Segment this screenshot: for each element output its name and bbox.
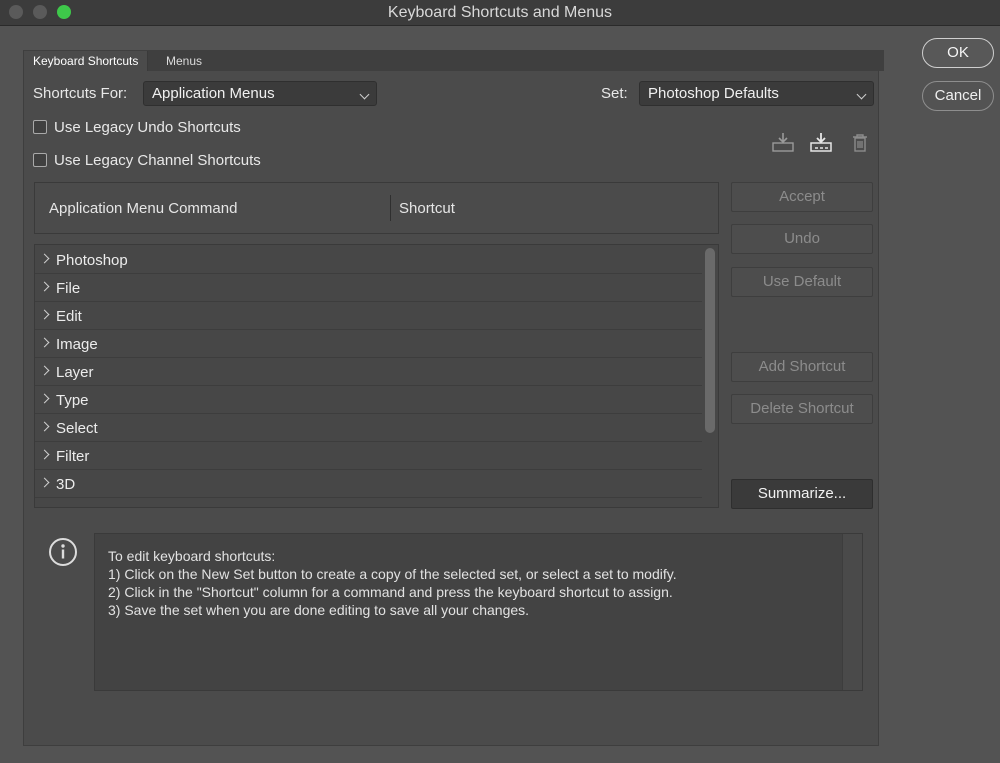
tab-strip (24, 50, 884, 71)
legacy-channel-label: Use Legacy Channel Shortcuts (54, 152, 261, 169)
table-row[interactable]: Image (35, 330, 702, 358)
chevron-right-icon[interactable] (39, 477, 50, 488)
save-set-icon[interactable] (771, 131, 795, 155)
summarize-button[interactable]: Summarize... (731, 479, 873, 509)
chevron-right-icon[interactable] (39, 365, 50, 376)
title-bar: Keyboard Shortcuts and Menus (0, 0, 1000, 26)
row-label: Filter (56, 448, 90, 465)
row-label: Layer (56, 364, 94, 381)
accept-button[interactable]: Accept (731, 182, 873, 212)
column-divider (390, 195, 391, 221)
table-row[interactable]: Layer (35, 358, 702, 386)
table-header: Application Menu Command Shortcut (34, 182, 719, 234)
table-row[interactable]: 3D (35, 470, 702, 498)
info-line: 1) Click on the New Set button to create… (108, 566, 677, 582)
window-title: Keyboard Shortcuts and Menus (387, 4, 613, 21)
row-label: Edit (56, 308, 82, 325)
set-value: Photoshop Defaults (648, 85, 779, 102)
info-line: To edit keyboard shortcuts: (108, 548, 276, 564)
chevron-right-icon[interactable] (39, 309, 50, 320)
row-label: Image (56, 336, 98, 353)
chevron-right-icon[interactable] (39, 421, 50, 432)
delete-shortcut-button[interactable]: Delete Shortcut (731, 394, 873, 424)
chevron-right-icon[interactable] (39, 393, 50, 404)
column-header-command[interactable]: Application Menu Command (49, 200, 237, 217)
chevron-right-icon[interactable] (39, 449, 50, 460)
info-scrollbar[interactable] (842, 534, 862, 690)
row-label: 3D (56, 476, 76, 493)
cancel-button[interactable]: Cancel (922, 81, 994, 111)
row-label: Type (56, 392, 89, 409)
table-row[interactable]: Type (35, 386, 702, 414)
chevron-down-icon (359, 89, 370, 100)
set-select[interactable]: Photoshop Defaults (639, 81, 874, 106)
info-line: 2) Click in the "Shortcut" column for a … (108, 584, 673, 600)
chevron-right-icon[interactable] (39, 281, 50, 292)
table-row[interactable]: Photoshop (35, 246, 702, 274)
add-shortcut-button[interactable]: Add Shortcut (731, 352, 873, 382)
chevron-right-icon[interactable] (39, 337, 50, 348)
legacy-undo-label: Use Legacy Undo Shortcuts (54, 119, 241, 136)
row-label: Select (56, 420, 98, 437)
row-label: Photoshop (56, 252, 128, 269)
undo-button[interactable]: Undo (731, 224, 873, 254)
table-row[interactable]: File (35, 274, 702, 302)
table-row[interactable]: Edit (35, 302, 702, 330)
ok-button[interactable]: OK (922, 38, 994, 68)
shortcuts-for-label: Shortcuts For: (33, 85, 128, 102)
chevron-right-icon[interactable] (39, 253, 50, 264)
use-default-button[interactable]: Use Default (731, 267, 873, 297)
command-list[interactable]: Photoshop File Edit Image Layer Type Sel… (34, 244, 719, 508)
info-icon (48, 537, 78, 567)
list-scrollbar[interactable] (705, 248, 715, 433)
info-line: 3) Save the set when you are done editin… (108, 602, 530, 618)
row-label: File (56, 280, 81, 297)
table-row[interactable]: Filter (35, 442, 702, 470)
info-text-box: To edit keyboard shortcuts: 1) Click on … (94, 533, 863, 691)
delete-set-icon[interactable] (848, 131, 872, 155)
tab-menus[interactable]: Menus (157, 51, 212, 71)
save-as-new-set-icon[interactable] (809, 131, 833, 155)
chevron-down-icon (856, 89, 867, 100)
legacy-undo-checkbox[interactable] (33, 120, 47, 134)
set-label: Set: (601, 85, 628, 102)
tab-keyboard-shortcuts[interactable]: Keyboard Shortcuts (24, 51, 149, 71)
table-row[interactable]: Select (35, 414, 702, 442)
shortcuts-for-value: Application Menus (152, 85, 275, 102)
shortcuts-for-select[interactable]: Application Menus (143, 81, 377, 106)
legacy-channel-checkbox[interactable] (33, 153, 47, 167)
column-header-shortcut[interactable]: Shortcut (399, 200, 455, 217)
